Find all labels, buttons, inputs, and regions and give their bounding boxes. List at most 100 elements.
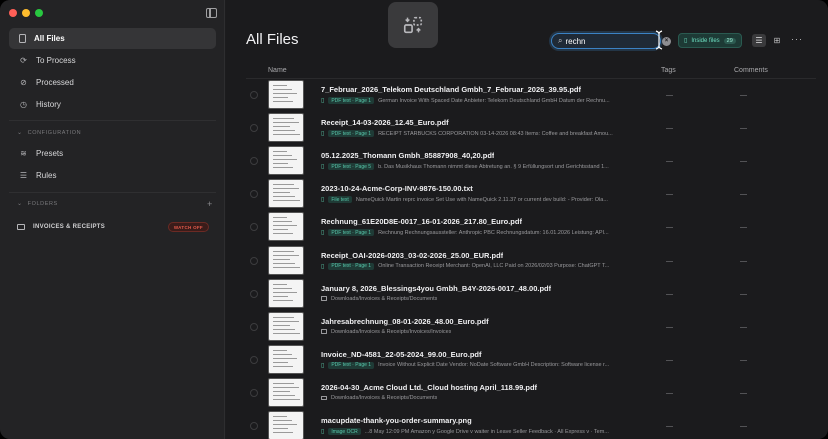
app-window: All Files ⟳ To Process ⊘ Processed ◷ His…: [0, 0, 828, 439]
file-comments[interactable]: —: [740, 224, 747, 231]
minimize-window-button[interactable]: [22, 9, 30, 17]
match-source-badge: File text: [328, 196, 352, 204]
file-tags[interactable]: —: [666, 191, 673, 198]
row-select-checkbox[interactable]: [250, 157, 258, 166]
file-comments[interactable]: —: [740, 324, 747, 331]
file-tags[interactable]: —: [666, 92, 673, 99]
file-tags[interactable]: —: [666, 423, 673, 430]
row-select-checkbox[interactable]: [250, 124, 258, 133]
file-row[interactable]: 2023-10-24-Acme-Corp-INV-9876-150.00.txt…: [250, 179, 820, 212]
sidebar-item-presets[interactable]: ≋ Presets: [9, 143, 216, 164]
grid-view-button[interactable]: ⊞: [770, 34, 784, 47]
row-select-checkbox[interactable]: [250, 256, 258, 265]
file-name[interactable]: Rechnung_61E20D8E-0017_16-01-2026_217.80…: [321, 217, 522, 226]
file-comments[interactable]: —: [740, 191, 747, 198]
thumbnail-line: [273, 386, 299, 388]
folder-invoices-receipts[interactable]: INVOICES & RECEIPTS WATCH OFF: [17, 220, 209, 234]
file-comments[interactable]: —: [740, 357, 747, 364]
section-configuration[interactable]: ⌄ CONFIGURATION: [17, 129, 81, 137]
file-name[interactable]: Jahresabrechnung_08-01-2026_48.00_Euro.p…: [321, 317, 489, 326]
drop-target-tile[interactable]: [388, 2, 438, 48]
file-meta: ▯ PDF text · Page 1 Rechnung Rechnungsauss…: [321, 229, 609, 237]
column-header-comments[interactable]: Comments: [734, 67, 768, 74]
zoom-window-button[interactable]: [35, 9, 43, 17]
file-name[interactable]: Receipt_14-03-2026_12.45_Euro.pdf: [321, 118, 449, 127]
thumbnail-line: [273, 126, 290, 128]
more-options-button[interactable]: ···: [791, 34, 803, 44]
sidebar-item-all-files[interactable]: All Files: [9, 28, 216, 49]
file-thumbnail: [268, 179, 304, 209]
file-name[interactable]: 05.12.2025_Thomann Gmbh_85887908_40,20.p…: [321, 151, 494, 160]
file-comments[interactable]: —: [740, 125, 747, 132]
file-tags[interactable]: —: [666, 258, 673, 265]
document-icon: [19, 34, 26, 43]
inside-files-toggle[interactable]: ▯ Inside files 29: [678, 33, 742, 48]
inside-files-label: Inside files: [691, 37, 720, 44]
file-name[interactable]: Invoice_ND-4581_22-05-2024_99.00_Euro.pd…: [321, 350, 482, 359]
file-name[interactable]: January 8, 2026_Blessings4you Gmbh_B4Y-2…: [321, 284, 551, 293]
file-tags[interactable]: —: [666, 158, 673, 165]
file-row[interactable]: macupdate-thank-you-order-summary.png ▯ Im…: [250, 411, 820, 439]
file-meta: ▯ PDF text · Page 1 Invoice Without Explic…: [321, 361, 609, 369]
file-comments[interactable]: —: [740, 92, 747, 99]
sidebar-item-processed[interactable]: ⊘ Processed: [9, 72, 216, 93]
file-tags[interactable]: —: [666, 291, 673, 298]
section-folders[interactable]: ⌄ FOLDERS: [17, 200, 58, 208]
file-comments[interactable]: —: [740, 423, 747, 430]
file-tags[interactable]: —: [666, 324, 673, 331]
file-row[interactable]: Invoice_ND-4581_22-05-2024_99.00_Euro.pd…: [250, 344, 820, 378]
sidebar-item-label: All Files: [34, 34, 65, 43]
file-row[interactable]: Rechnung_61E20D8E-0017_16-01-2026_217.80…: [250, 212, 820, 245]
row-select-checkbox[interactable]: [250, 388, 258, 397]
row-select-checkbox[interactable]: [250, 91, 258, 99]
file-row[interactable]: Receipt_14-03-2026_12.45_Euro.pdf ▯ PDF te…: [250, 113, 820, 146]
add-folder-button[interactable]: +: [207, 199, 212, 209]
file-comments[interactable]: —: [740, 390, 747, 397]
header-divider: [246, 78, 816, 79]
list-view-button[interactable]: ☰: [752, 34, 766, 47]
file-tags[interactable]: —: [666, 390, 673, 397]
thumbnail-line: [273, 97, 288, 98]
row-select-checkbox[interactable]: [250, 223, 258, 232]
row-select-checkbox[interactable]: [250, 355, 258, 364]
file-row[interactable]: 7_Februar_2026_Telekom Deutschland Gmbh_…: [250, 80, 820, 113]
sidebar-item-rules[interactable]: ☰ Rules: [9, 165, 216, 186]
file-row[interactable]: January 8, 2026_Blessings4you Gmbh_B4Y-2…: [250, 278, 820, 312]
file-thumbnail: [268, 245, 304, 275]
column-header-name[interactable]: Name: [268, 67, 287, 74]
file-row[interactable]: Jahresabrechnung_08-01-2026_48.00_Euro.p…: [250, 311, 820, 345]
row-select-checkbox[interactable]: [250, 190, 258, 199]
file-name[interactable]: Receipt_OAI-2026-0203_03-02-2026_25.00_E…: [321, 251, 503, 260]
document-icon: ▯: [684, 38, 688, 44]
file-row[interactable]: Receipt_OAI-2026-0203_03-02-2026_25.00_E…: [250, 245, 820, 279]
file-name[interactable]: macupdate-thank-you-order-summary.png: [321, 416, 472, 425]
close-window-button[interactable]: [9, 9, 17, 17]
file-thumbnail: [268, 377, 304, 407]
file-row[interactable]: 05.12.2025_Thomann Gmbh_85887908_40,20.p…: [250, 146, 820, 179]
file-comments[interactable]: —: [740, 291, 747, 298]
clear-search-button[interactable]: ×: [662, 37, 671, 46]
sidebar-item-history[interactable]: ◷ History: [9, 94, 216, 115]
sidebar-item-to-process[interactable]: ⟳ To Process: [9, 50, 216, 71]
column-header-tags[interactable]: Tags: [661, 67, 676, 74]
row-select-checkbox[interactable]: [250, 322, 258, 331]
row-select-checkbox[interactable]: [250, 422, 258, 430]
file-name[interactable]: 7_Februar_2026_Telekom Deutschland Gmbh_…: [321, 85, 581, 94]
file-comments[interactable]: —: [740, 158, 747, 165]
file-tags[interactable]: —: [666, 125, 673, 132]
file-tags[interactable]: —: [666, 357, 673, 364]
file-tags[interactable]: —: [666, 224, 673, 231]
sidebar-toggle-icon[interactable]: [206, 8, 217, 18]
file-comments[interactable]: —: [740, 258, 747, 265]
search-input[interactable]: [565, 36, 646, 46]
thumbnail-line: [273, 324, 290, 326]
file-thumbnail: [268, 411, 304, 439]
file-row[interactable]: 2026-04-30_Acme Cloud Ltd._Cloud hosting…: [250, 377, 820, 411]
file-name[interactable]: 2023-10-24-Acme-Corp-INV-9876-150.00.txt: [321, 184, 473, 193]
thumbnail-line: [273, 93, 297, 94]
watch-status-badge[interactable]: WATCH OFF: [167, 222, 209, 232]
file-name[interactable]: 2026-04-30_Acme Cloud Ltd._Cloud hosting…: [321, 383, 537, 392]
match-snippet: RECEIPT STARBUCKS CORPORATION 03-14-2026…: [378, 130, 613, 137]
row-select-checkbox[interactable]: [250, 289, 258, 298]
search-field[interactable]: ⌕: [551, 33, 661, 49]
